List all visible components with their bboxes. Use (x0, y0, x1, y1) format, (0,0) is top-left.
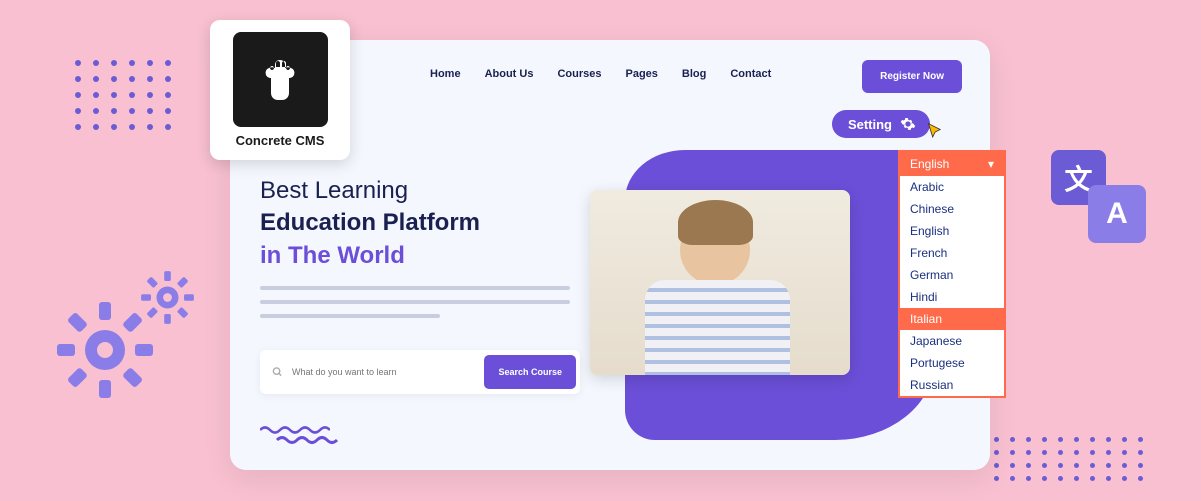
main-nav: Home About Us Courses Pages Blog Contact (430, 68, 771, 80)
language-option[interactable]: Portugese (900, 352, 1004, 374)
hero-photo (590, 190, 850, 375)
gear-icon (900, 116, 916, 132)
hero-line1: Best Learning (260, 177, 408, 204)
translate-icon-latin: A (1088, 185, 1146, 243)
hero-heading: Best Learning Education Platform in The … (260, 175, 610, 328)
nav-home[interactable]: Home (430, 68, 461, 80)
nav-about[interactable]: About Us (485, 68, 534, 80)
search-bar: Search Course (260, 350, 580, 394)
language-option[interactable]: Russian (900, 374, 1004, 396)
concrete-cms-logo (233, 32, 328, 127)
search-icon (272, 367, 283, 378)
language-option[interactable]: French (900, 242, 1004, 264)
concrete-cms-label: Concrete CMS (236, 133, 325, 148)
squiggle-decoration-2 (275, 434, 345, 446)
language-option[interactable]: Hindi (900, 286, 1004, 308)
language-option[interactable]: Chinese (900, 198, 1004, 220)
cursor-icon (926, 122, 946, 142)
language-option[interactable]: English (900, 220, 1004, 242)
decorative-dots-top-left (75, 60, 173, 130)
gear-icon-small (140, 270, 195, 325)
hero-image-area (625, 150, 935, 440)
language-dropdown[interactable]: English ▾ ArabicChineseEnglishFrenchGerm… (898, 150, 1006, 398)
language-option[interactable]: Japanese (900, 330, 1004, 352)
setting-button[interactable]: Setting (832, 110, 930, 138)
language-option[interactable]: Arabic (900, 176, 1004, 198)
search-input[interactable] (264, 367, 484, 377)
chevron-down-icon: ▾ (988, 157, 994, 171)
search-button[interactable]: Search Course (484, 355, 576, 389)
nav-courses[interactable]: Courses (557, 68, 601, 80)
placeholder-lines (260, 286, 610, 318)
register-button[interactable]: Register Now (862, 60, 962, 93)
language-option[interactable]: Italian (900, 308, 1004, 330)
nav-pages[interactable]: Pages (625, 68, 657, 80)
hero-line2: Education Platform (260, 209, 480, 236)
hero-line3: in The World (260, 242, 405, 269)
concrete-cms-logo-card: Concrete CMS (210, 20, 350, 160)
language-option[interactable]: German (900, 264, 1004, 286)
decorative-dots-bottom-right (994, 437, 1146, 481)
language-selected[interactable]: English ▾ (900, 152, 1004, 176)
language-options: ArabicChineseEnglishFrenchGermanHindiIta… (900, 176, 1004, 396)
setting-label: Setting (848, 117, 892, 132)
nav-blog[interactable]: Blog (682, 68, 706, 80)
nav-contact[interactable]: Contact (730, 68, 771, 80)
